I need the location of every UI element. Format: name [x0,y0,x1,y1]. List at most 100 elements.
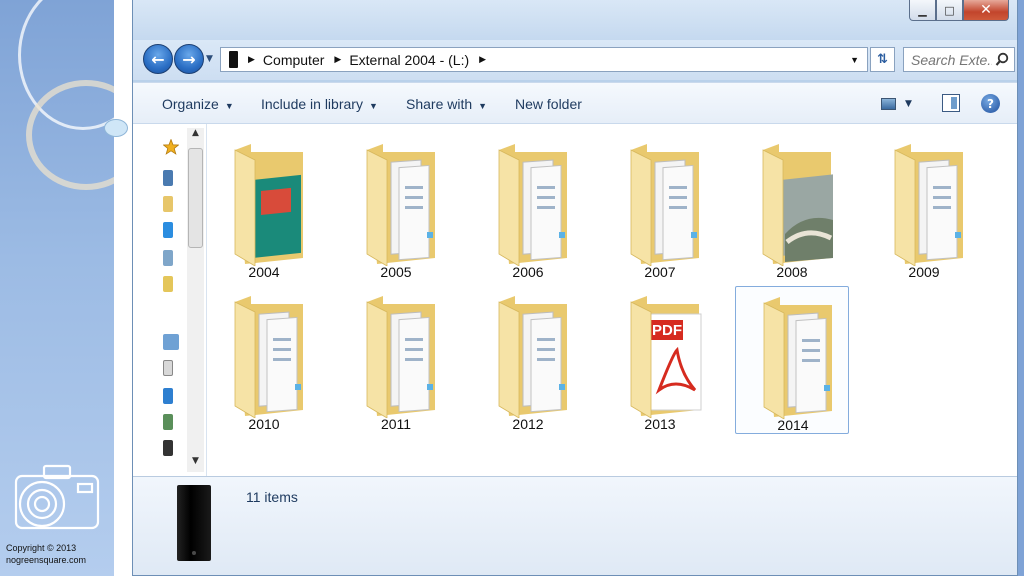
folder-icon [894,144,963,266]
minimize-button[interactable]: ▁ [909,0,936,21]
forward-button[interactable]: → [174,44,204,74]
organize-menu[interactable]: Organize ▼ [162,96,234,112]
folder-icon [763,297,832,419]
search-input[interactable] [904,48,992,71]
copyright-text: Copyright © 2013 nogreensquare.com [6,542,86,566]
favorites-star-icon[interactable] [163,139,179,155]
folder-item-2011[interactable]: 2011 [339,286,453,434]
new-folder-label: New folder [515,96,582,112]
maximize-button[interactable]: □ [936,0,963,21]
external-drive-icon [177,485,211,561]
folder-item-2004[interactable]: 2004 [207,134,321,282]
folder-name-label: 2009 [908,264,940,280]
new-folder-button[interactable]: New folder [515,96,582,112]
folder-name-label: 2010 [248,416,280,432]
file-list: 2004 2005 2006 2007 2008 2009 2010 2011 2012 PDF 2… [207,124,1017,476]
folder-name-label: 2008 [776,264,808,280]
copyright-line: Copyright © 2013 [6,543,77,553]
dropbox-icon[interactable] [163,222,173,238]
camera-logo-icon [14,464,100,530]
share-with-label: Share with [406,96,473,112]
address-bar[interactable]: ▶ Computer ▶ External 2004 - (L:) ▶ ▼ [220,47,868,72]
recent-pages-dropdown[interactable]: ▼ [206,54,213,64]
command-bar: Organize ▼ Include in library ▼ Share with… [133,82,1017,124]
libraries-icon[interactable] [163,334,179,350]
folder-name-label: 2011 [380,416,412,432]
folder-name-label: 2004 [248,264,280,280]
folder-item-2010[interactable]: 2010 [207,286,321,434]
desktop-icon[interactable] [163,170,173,186]
folder-name-label: 2012 [512,416,544,432]
breadcrumb-chevron-icon[interactable]: ▶ [334,54,341,65]
breadcrumb-chevron-icon[interactable]: ▶ [479,54,486,65]
back-arrow-icon: ← [151,49,165,69]
help-button[interactable]: ? [981,94,1000,113]
navigation-pane: ▲ ▼ [133,124,207,476]
folder-item-2008[interactable]: 2008 [735,134,849,282]
pdf-label: PDF [652,322,682,339]
breadcrumb-chevron-icon[interactable]: ▶ [248,54,255,65]
close-button[interactable]: ✕ [963,0,1009,21]
decorative-dot [104,119,128,137]
breadcrumb-drive[interactable]: External 2004 - (L:) [349,52,469,68]
folder-item-2005[interactable]: 2005 [339,134,453,282]
folder-item-2007[interactable]: 2007 [603,134,717,282]
drive-icon [229,51,238,68]
folder-item-2013[interactable]: PDF 2013 [603,286,717,434]
scroll-up-arrow-icon[interactable]: ▲ [187,128,204,144]
documents-icon[interactable] [163,360,173,376]
organize-label: Organize [162,96,219,112]
folder-name-label: 2006 [512,264,544,280]
folder-icon [366,144,435,266]
folder-name-label: 2014 [777,417,809,433]
copyright-website: nogreensquare.com [6,555,87,565]
folder-icon [366,296,435,418]
downloads-folder-icon[interactable] [163,196,173,212]
share-with-menu[interactable]: Share with ▼ [406,96,487,112]
pictures-icon[interactable] [163,414,173,430]
folder-icon[interactable] [163,276,173,292]
search-icon[interactable] [995,52,1009,67]
back-button[interactable]: ← [143,44,173,74]
folder-item-2009[interactable]: 2009 [867,134,981,282]
include-in-library-menu[interactable]: Include in library ▼ [261,96,378,112]
window-controls: ▁ □ ✕ [909,0,1009,21]
change-view-button[interactable]: ▼ [881,95,919,113]
include-in-library-label: Include in library [261,96,363,112]
search-box[interactable] [903,47,1015,72]
slide-background-right [1018,0,1024,576]
folder-item-2006[interactable]: 2006 [471,134,585,282]
folder-name-label: 2013 [644,416,676,432]
folder-icon [234,144,303,266]
help-icon: ? [987,96,994,111]
explorer-window: ▁ □ ✕ ← → ▼ ▶ Computer ▶ External 2004 -… [132,0,1018,576]
folder-icon: PDF [630,296,702,418]
folder-name-label: 2007 [644,264,676,280]
navigation-row: ← → ▼ ▶ Computer ▶ External 2004 - (L:) … [133,40,1017,80]
chevron-down-icon: ▼ [368,101,378,111]
view-icon [881,98,896,110]
folder-name-label: 2005 [380,264,412,280]
folder-icon [630,144,699,266]
item-count: 11 items [246,489,298,505]
folder-icon [498,296,567,418]
folder-item-2012[interactable]: 2012 [471,286,585,434]
videos-icon[interactable] [163,440,173,456]
forward-arrow-icon: → [182,49,196,69]
music-icon[interactable] [163,388,173,404]
scroll-down-arrow-icon[interactable]: ▼ [187,456,204,472]
chevron-down-icon: ▼ [478,101,488,111]
nav-pane-scrollbar[interactable]: ▲ ▼ [187,128,204,472]
refresh-button[interactable]: ⇅ [870,47,895,72]
folder-icon [498,144,567,266]
preview-pane-button[interactable] [942,94,960,112]
scroll-thumb[interactable] [188,148,203,248]
address-dropdown-icon[interactable]: ▼ [850,55,859,65]
folder-icon [762,144,833,266]
slide-background-left: Copyright © 2013 nogreensquare.com [0,0,114,576]
recent-places-icon[interactable] [163,250,173,266]
folder-item-2014[interactable]: 2014 [735,286,849,434]
folder-icon [234,296,303,418]
breadcrumb-computer[interactable]: Computer [263,52,324,68]
title-bar: ▁ □ ✕ [133,0,1017,40]
